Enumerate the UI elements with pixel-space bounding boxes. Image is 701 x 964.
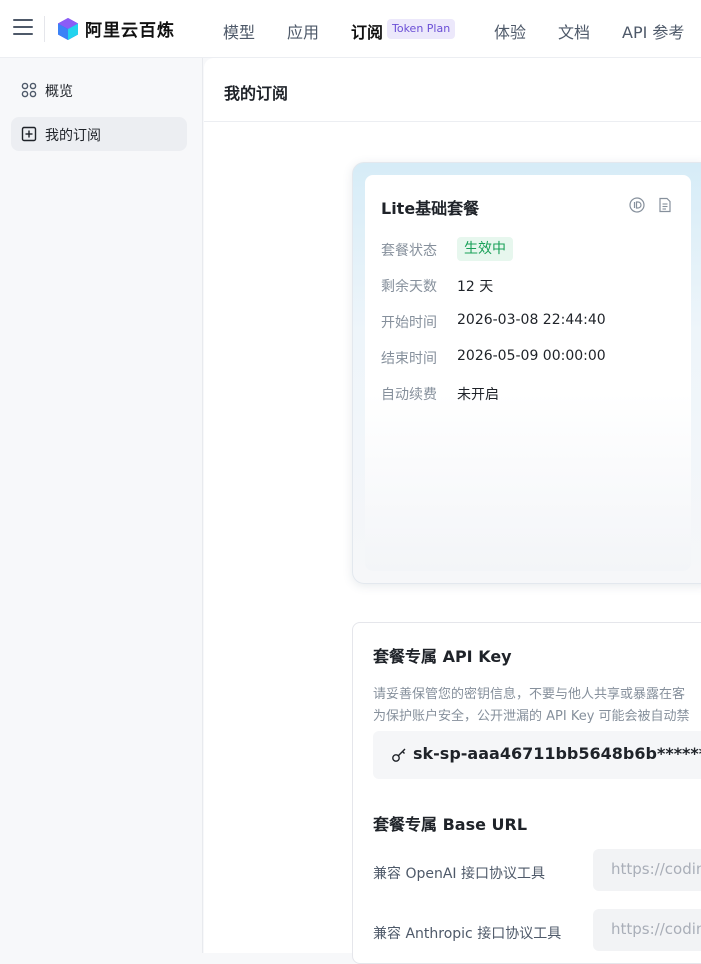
end-time-value: 2026-05-09 00:00:00 xyxy=(457,348,606,364)
anthropic-base-url-value: https://codin xyxy=(611,920,701,938)
overview-grid-icon xyxy=(21,82,37,98)
nav-experience[interactable]: 体验 xyxy=(494,19,526,43)
main-panel: 我的订阅 Lite基础套餐 套餐状态 生效中 剩余天数 12 天 开始时间 20… xyxy=(204,58,701,964)
sidebar-item-overview[interactable]: 概览 xyxy=(11,73,187,107)
auto-renew-label: 自动续费 xyxy=(381,387,437,403)
anthropic-base-url-field[interactable]: https://codin xyxy=(593,909,701,951)
auto-renew-value: 未开启 xyxy=(457,387,499,403)
api-key-desc-line2: 为保护账户安全，公开泄漏的 API Key 可能会被自动禁 xyxy=(373,709,690,724)
nav-docs[interactable]: 文档 xyxy=(558,19,590,43)
plan-id-icon[interactable] xyxy=(629,197,645,213)
bailian-logo-icon[interactable] xyxy=(56,17,80,41)
nav-apps[interactable]: 应用 xyxy=(287,19,319,43)
plan-name: Lite基础套餐 xyxy=(381,199,480,218)
anthropic-compat-label: 兼容 Anthropic 接口协议工具 xyxy=(373,926,562,942)
end-time-label: 结束时间 xyxy=(381,351,437,367)
title-divider xyxy=(204,121,701,122)
base-url-title: 套餐专属 Base URL xyxy=(373,815,528,834)
remaining-days-label: 剩余天数 xyxy=(381,279,437,295)
page-title: 我的订阅 xyxy=(224,84,289,103)
nav-subscription[interactable]: 订阅 xyxy=(351,19,383,43)
api-key-field[interactable]: sk-sp-aaa46711bb5648b6b********* xyxy=(373,731,701,779)
openai-base-url-value: https://codin xyxy=(611,860,701,878)
api-key-title: 套餐专属 API Key xyxy=(373,647,512,666)
start-time-value: 2026-03-08 22:44:40 xyxy=(457,312,606,328)
start-time-label: 开始时间 xyxy=(381,315,437,331)
nav-api-reference[interactable]: API 参考 xyxy=(622,19,684,43)
sidebar: 概览 我的订阅 xyxy=(0,58,203,953)
brand-name[interactable]: 阿里云百炼 xyxy=(85,16,175,41)
document-icon[interactable] xyxy=(657,197,673,213)
menu-icon[interactable] xyxy=(13,19,33,37)
sidebar-item-my-subscription[interactable]: 我的订阅 xyxy=(11,117,187,151)
remaining-days-value: 12 天 xyxy=(457,279,494,295)
plan-card: Lite基础套餐 套餐状态 生效中 剩余天数 12 天 开始时间 2026-03… xyxy=(352,162,701,584)
status-badge: 生效中 xyxy=(457,237,513,261)
subscription-icon xyxy=(21,126,37,142)
api-key-desc-line1: 请妥善保管您的密钥信息，不要与他人共享或暴露在客 xyxy=(373,687,686,702)
sidebar-item-label: 概览 xyxy=(45,84,73,100)
top-navigation-bar: 阿里云百炼 模型 应用 订阅 Token Plan 体验 文档 API 参考 xyxy=(0,0,701,58)
nav-models[interactable]: 模型 xyxy=(223,19,255,43)
api-key-value: sk-sp-aaa46711bb5648b6b********* xyxy=(413,744,701,763)
api-key-card: 套餐专属 API Key 请妥善保管您的密钥信息，不要与他人共享或暴露在客 为保… xyxy=(352,622,701,964)
sidebar-item-label: 我的订阅 xyxy=(45,128,101,144)
plan-card-body: Lite基础套餐 套餐状态 生效中 剩余天数 12 天 开始时间 2026-03… xyxy=(365,175,691,571)
plan-status-label: 套餐状态 xyxy=(381,243,437,259)
openai-base-url-field[interactable]: https://codin xyxy=(593,849,701,891)
token-plan-badge: Token Plan xyxy=(387,19,456,39)
nav-divider xyxy=(44,16,45,42)
key-icon xyxy=(392,748,406,762)
openai-compat-label: 兼容 OpenAI 接口协议工具 xyxy=(373,866,545,882)
